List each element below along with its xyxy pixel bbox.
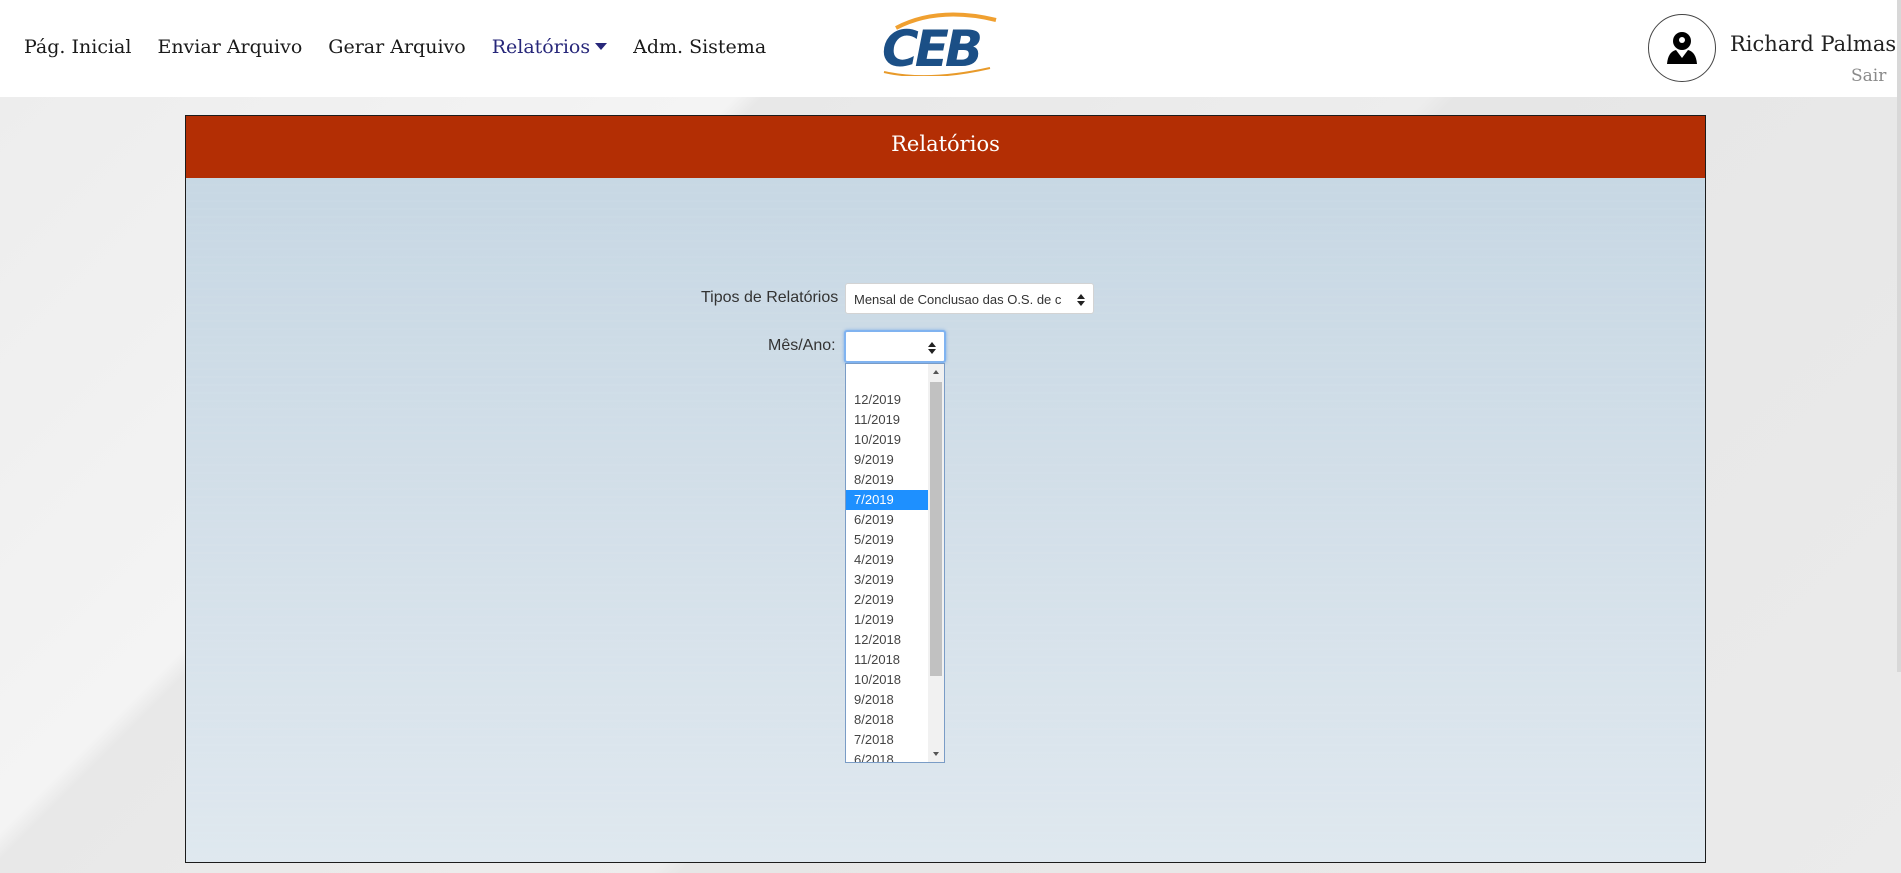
dropdown-options: 12/2019 11/2019 10/2019 9/2019 8/2019 7/2019 6… [846,370,928,762]
dropdown-option[interactable]: 12/2019 [846,390,928,410]
dropdown-option[interactable] [846,370,928,390]
dropdown-option[interactable]: 11/2019 [846,410,928,430]
dropdown-option[interactable]: 9/2019 [846,450,928,470]
scroll-thumb[interactable] [930,382,942,676]
nav-send-file[interactable]: Enviar Arquivo [157,36,302,58]
dropdown-option[interactable]: 7/2019 [846,490,928,510]
month-year-dropdown[interactable]: 12/2019 11/2019 10/2019 9/2019 8/2019 7/2019 6… [845,363,945,763]
user-icon [1667,32,1697,64]
dropdown-option[interactable]: 8/2019 [846,470,928,490]
dropdown-option[interactable]: 2/2019 [846,590,928,610]
dropdown-option[interactable]: 12/2018 [846,630,928,650]
user-area: Richard Palmas Sair [1648,14,1896,90]
logout-link[interactable]: Sair [1851,66,1886,86]
dropdown-scrollbar[interactable] [928,364,944,762]
dropdown-option[interactable]: 6/2018 [846,750,928,762]
main-nav: Pág. Inicial Enviar Arquivo Gerar Arquiv… [24,36,792,58]
report-type-value: Mensal de Conclusao das O.S. de c [854,292,1062,307]
nav-reports[interactable]: Relatórios [491,36,608,58]
month-year-label: Mês/Ano: [768,337,836,354]
updown-icon [928,342,936,354]
ceb-logo[interactable]: CEB [878,10,1018,78]
updown-icon [1077,294,1085,306]
scroll-down-icon[interactable] [933,752,939,756]
dropdown-option[interactable]: 9/2018 [846,690,928,710]
nav-generate-file[interactable]: Gerar Arquivo [328,36,465,58]
dropdown-option[interactable]: 3/2019 [846,570,928,590]
user-name: Richard Palmas [1730,32,1897,56]
nav-system-admin[interactable]: Adm. Sistema [633,36,766,58]
report-type-label: Tipos de Relatórios [701,289,839,306]
top-navbar: Pág. Inicial Enviar Arquivo Gerar Arquiv… [0,0,1901,97]
dropdown-option[interactable]: 11/2018 [846,650,928,670]
dropdown-option[interactable]: 5/2019 [846,530,928,550]
report-type-select[interactable]: Mensal de Conclusao das O.S. de c [845,283,1094,314]
dropdown-option[interactable]: 10/2018 [846,670,928,690]
caret-down-icon [595,43,608,50]
month-year-select[interactable] [844,330,946,363]
scroll-up-icon[interactable] [933,370,939,374]
dropdown-option[interactable]: 4/2019 [846,550,928,570]
reports-panel: Relatórios [185,115,1706,863]
avatar[interactable] [1648,14,1716,82]
panel-title: Relatórios [186,116,1705,178]
nav-reports-label: Relatórios [491,36,591,58]
dropdown-option[interactable]: 8/2018 [846,710,928,730]
dropdown-option[interactable]: 7/2018 [846,730,928,750]
page-scrollbar[interactable] [1897,0,1901,672]
dropdown-option[interactable]: 6/2019 [846,510,928,530]
nav-home[interactable]: Pág. Inicial [24,36,131,58]
dropdown-option[interactable]: 1/2019 [846,610,928,630]
svg-text:CEB: CEB [882,20,980,76]
dropdown-option[interactable]: 10/2019 [846,430,928,450]
panel-body [186,178,1705,862]
